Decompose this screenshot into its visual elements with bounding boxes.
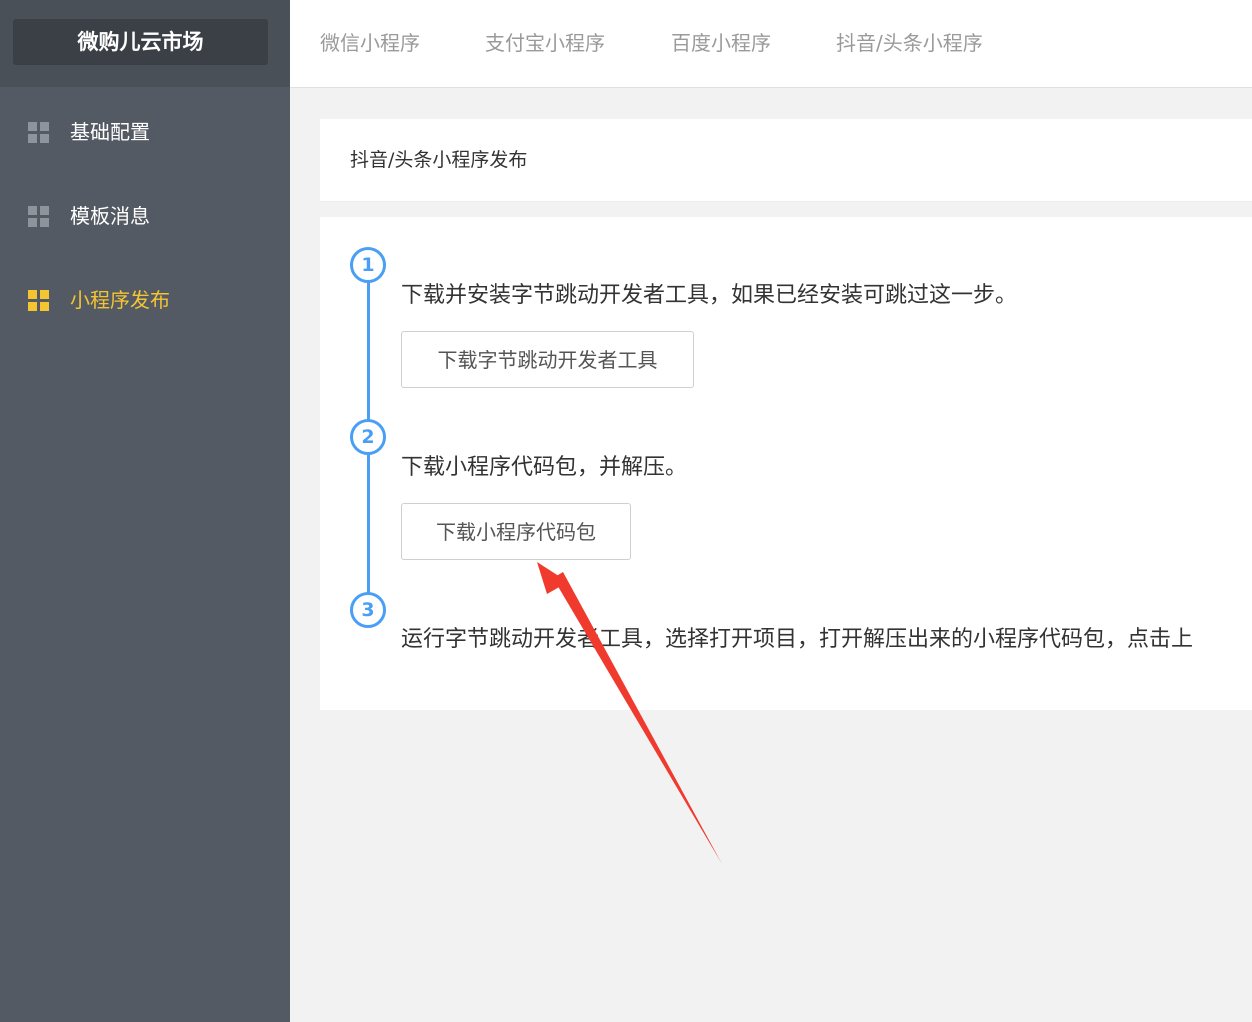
annotation-arrow-icon [537,562,722,864]
